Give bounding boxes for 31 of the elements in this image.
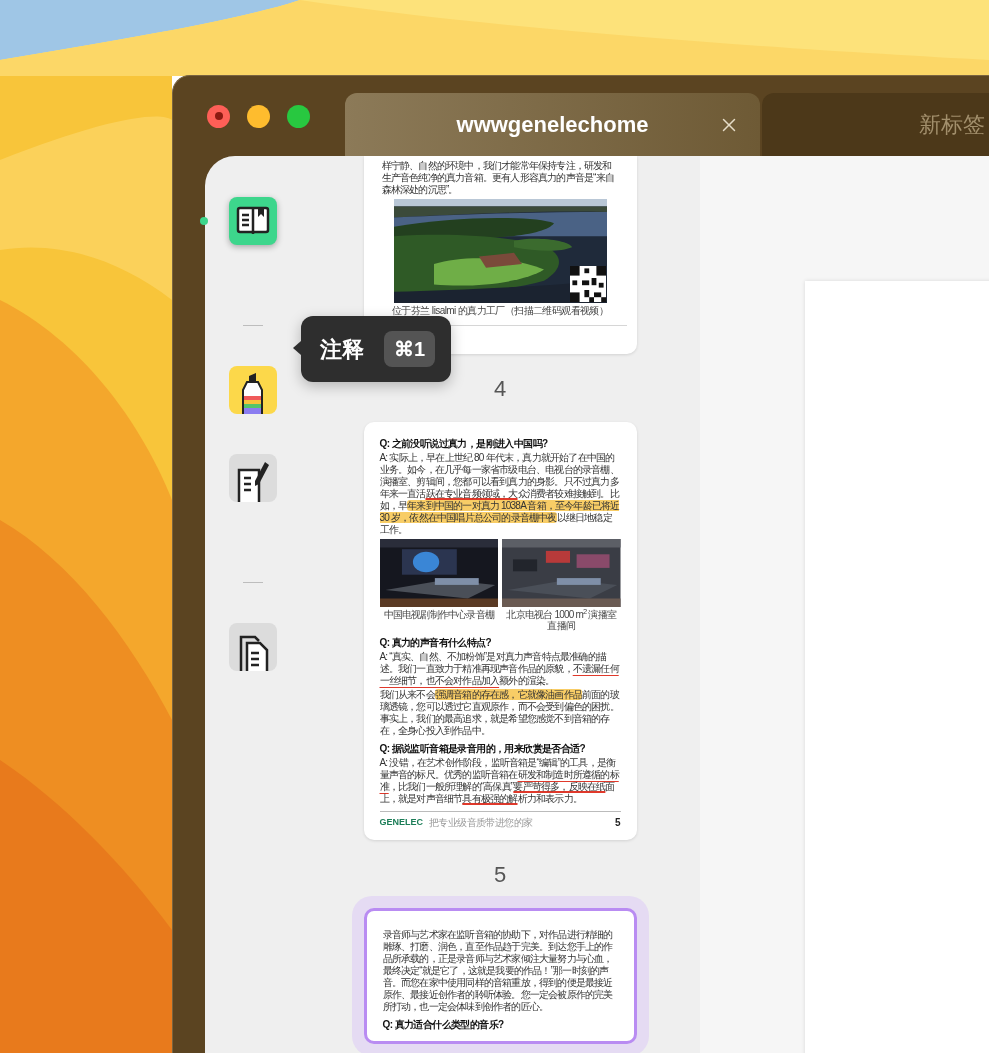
tab-title: 新标签 — [919, 111, 985, 139]
page-thumbnail[interactable]: 录音师与艺术家在监听音箱的协助下，对作品进行精细的雕琢、打磨、润色，直至作品趋于完美。到达您手上的作品所承载的，正是录音师与艺术家倾注大量努力与心血，最终决定“就是它了，这就是我要的作品！”那一时刻的声音。而您在家中使用同样的音箱重放，得到的便是最接近原作、最接近创作者的聆听体验。您一定会被原作的完美所打动，也一定会体味到创作者的匠心。 Q: 真力适合什么类型的音乐? — [363, 908, 637, 1044]
documents-icon[interactable] — [228, 623, 277, 671]
shortcut-key: ⌘1 — [384, 331, 436, 367]
image-caption: 北京电视台 1000 m$^{2}$ 演播室直播间 — [505, 609, 618, 631]
brand-logo: GENELEC — [379, 815, 423, 829]
page-paragraph: A: 没错，在艺术创作阶段，监听音箱是“编辑”的工具，是衡量声音的标尺。优秀的监听音箱在研发和制造时所遵循的标准，比我们一般所理解的“高保真”要严苛得多，反映在纸面上，就是对声音细节具有极强的解析力和表示力。 — [379, 757, 621, 805]
page-heading: Q: 之前没听说过真力，是刚进入中国吗? — [379, 438, 549, 450]
note-edit-icon[interactable] — [228, 454, 277, 502]
browser-tab[interactable]: wwwgenelechome — [345, 93, 760, 156]
marker-icon[interactable] — [228, 366, 277, 414]
image-caption: 位于芬兰 Iisalmi 的真力工厂（扫描二维码观看视频） — [391, 305, 609, 317]
page-paragraph: A: “真实、自然、不加粉饰”是对真力声音特点最准确的描述。我们一直致力于精准再现声音作品的原貌，不遗漏任何一丝细节，也不会对作品加入额外的渲染。 — [379, 651, 621, 687]
page-heading: Q: 真力适合什么类型的音乐? — [382, 1019, 505, 1031]
page-number-label: 4 — [493, 374, 507, 403]
browser-tab[interactable]: 新标签 — [762, 93, 989, 156]
page-thumbnail[interactable] — [363, 422, 637, 840]
zoom-window-button[interactable] — [287, 104, 310, 128]
page-heading: Q: 据说监听音箱是录音用的，用来欣赏是否合适? — [379, 743, 587, 755]
book-icon[interactable] — [228, 197, 277, 245]
minimize-window-button[interactable] — [247, 104, 270, 128]
close-window-button[interactable] — [207, 104, 230, 128]
tab-title: wwwgenelechome — [456, 111, 649, 139]
image-caption: 中国电视剧制作中心录音棚 — [383, 609, 494, 620]
page-number: 5 — [614, 816, 621, 830]
tooltip-label: 注释 — [320, 335, 364, 364]
page-paragraph: 录音师与艺术家在监听音箱的协助下，对作品进行精细的雕琢、打磨、润色，直至作品趋于完美。到达您手上的作品所承载的，正是录音师与艺术家倾注大量努力与心血，最终决定“就是它了，这就是我要的作品！”那一时刻的声音。而您在家中使用同样的音箱重放，得到的便是最接近原作、最接近创作者的聆听体验。您一定会被原作的完美所打动，也一定会体味到创作者的匠心。 — [382, 929, 614, 1013]
page-tagline: 把专业级音质带进您的家 — [429, 816, 533, 830]
page-number-label: 5 — [493, 860, 507, 889]
page-heading: Q: 真力的声音有什么特点? — [379, 637, 493, 649]
page-paragraph: 样宁静、自然的环境中，我们才能常年保持专注，研发和生产音色纯净的真力音箱。更有人形容真力的声音是“来自森林深处的沉思”。 — [381, 160, 616, 196]
